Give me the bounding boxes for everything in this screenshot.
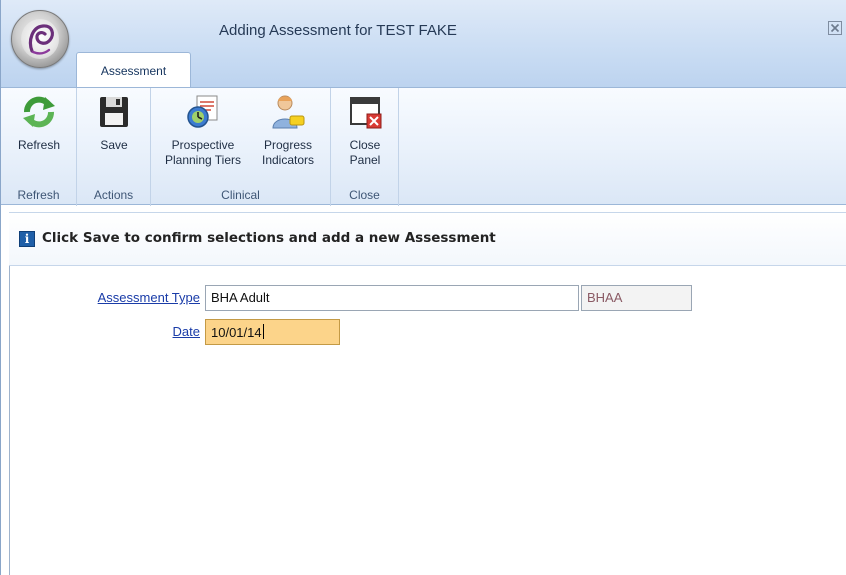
text-cursor (262, 324, 264, 339)
app-orb-button[interactable] (11, 10, 69, 68)
clipboard-clock-icon (187, 95, 218, 128)
progress-indicators-button[interactable]: Progress Indicators (249, 92, 327, 168)
ribbon-group-clinical: Prospective Planning Tiers Progress Indi… (151, 88, 331, 206)
app-logo-mark-icon (28, 24, 54, 55)
date-link[interactable]: Date (72, 324, 200, 339)
assessment-type-code-field: BHAA (581, 285, 692, 311)
ribbon: Refresh Refresh Save Actions Prospective… (1, 87, 846, 206)
assessment-type-input[interactable]: BHA Adult (205, 285, 579, 311)
ribbon-group-close: Close Panel Close (331, 88, 399, 206)
close-window-icon[interactable] (827, 20, 843, 36)
prospective-button-label-2: Planning Tiers (164, 153, 242, 167)
date-input-value: 10/01/14 (211, 325, 262, 340)
close-panel-button[interactable]: Close Panel (333, 92, 397, 168)
window-title: Adding Assessment for TEST FAKE (219, 22, 457, 39)
assessment-type-link[interactable]: Assessment Type (72, 290, 200, 305)
progress-button-label-2: Indicators (261, 153, 315, 167)
refresh-button-label: Refresh (17, 138, 61, 152)
ribbon-group-actions: Save Actions (77, 88, 151, 206)
ribbon-group-label-close: Close (349, 188, 380, 202)
prospective-button-label-1: Prospective (171, 138, 235, 152)
info-banner: i Click Save to confirm selections and a… (9, 212, 846, 266)
assessment-form: Assessment Type BHA Adult BHAA Date 10/0… (9, 266, 846, 575)
prospective-planning-tiers-button[interactable]: Prospective Planning Tiers (157, 92, 249, 168)
save-button-label: Save (100, 138, 128, 152)
close-panel-label-1: Close (349, 138, 381, 152)
info-icon: i (19, 231, 35, 247)
progress-button-label-1: Progress (263, 138, 313, 152)
ribbon-group-label-actions: Actions (93, 188, 134, 202)
floppy-disk-icon (100, 97, 128, 127)
refresh-button[interactable]: Refresh (5, 92, 73, 153)
assessment-window: Adding Assessment for TEST FAKE Assessme… (0, 0, 846, 575)
ribbon-group-label-refresh: Refresh (17, 188, 60, 202)
title-bar: Adding Assessment for TEST FAKE Assessme… (1, 0, 846, 88)
close-panel-label-2: Panel (349, 153, 381, 167)
ribbon-group-label-clinical: Clinical (221, 188, 260, 202)
save-button[interactable]: Save (81, 92, 147, 153)
ribbon-group-refresh: Refresh Refresh (1, 88, 77, 206)
refresh-icon (23, 96, 55, 128)
close-panel-icon (350, 97, 382, 129)
date-input[interactable]: 10/01/14 (205, 319, 340, 345)
tab-assessment[interactable]: Assessment (76, 52, 191, 88)
person-indicator-icon (272, 95, 305, 129)
info-message: Click Save to confirm selections and add… (42, 230, 496, 246)
